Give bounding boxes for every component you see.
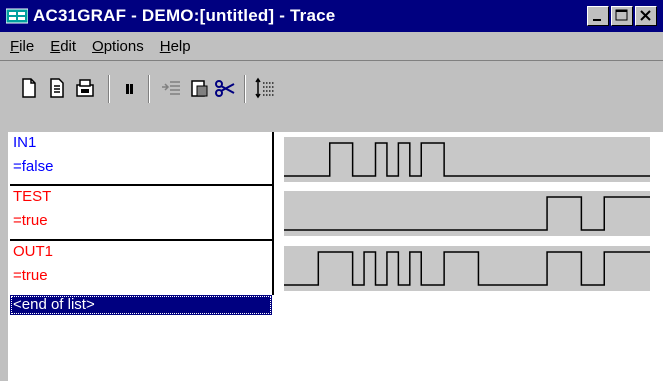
close-button[interactable] (635, 6, 657, 26)
signal-value: =true (13, 267, 48, 284)
menu-edit[interactable]: Edit (48, 38, 78, 55)
signal-name: TEST (13, 188, 52, 205)
print-button[interactable] (74, 77, 96, 99)
toolbar-separator (148, 75, 150, 103)
menu-options-rest: ptions (103, 37, 144, 55)
paste-button[interactable] (188, 77, 210, 99)
waveform-test (284, 191, 650, 236)
signal-name: IN1 (13, 134, 37, 151)
waveform-line (284, 251, 650, 286)
print-icon (76, 79, 94, 97)
waveform-out1 (284, 246, 650, 291)
menu-file[interactable]: File (8, 38, 36, 55)
menu-options[interactable]: Options (90, 38, 146, 55)
signal-value: =false (13, 158, 54, 175)
waveform-in1 (284, 137, 650, 182)
toolbar-separator (244, 75, 246, 103)
toolbar-separator (108, 75, 110, 103)
maximize-icon (615, 9, 628, 21)
pause-button[interactable] (118, 77, 140, 99)
signal-row-in1[interactable]: IN1 =false (8, 132, 663, 183)
menu-options-key: O (92, 37, 104, 55)
window-title: AC31GRAF - DEMO:[untitled] - Trace (33, 6, 336, 25)
open-file-icon (50, 78, 64, 98)
close-icon (640, 10, 651, 21)
new-file-button[interactable] (18, 77, 40, 99)
menu-edit-key: E (50, 37, 61, 55)
cut-icon (215, 80, 235, 97)
menu-edit-rest: dit (60, 37, 77, 55)
minimize-icon (593, 19, 601, 21)
waveform-line (284, 142, 650, 177)
maximize-button[interactable] (611, 6, 633, 26)
signal-row-out1[interactable]: OUT1 =true (8, 241, 663, 292)
pause-icon (126, 84, 133, 94)
menu-help-key: H (159, 37, 171, 55)
paste-icon (191, 80, 208, 97)
cut-button[interactable] (214, 77, 236, 99)
menu-help-rest: elp (170, 37, 191, 55)
menu-bar: File Edit Options Help (0, 32, 663, 60)
timescale-icon (255, 77, 274, 99)
insert-row-icon (162, 81, 180, 95)
insert-row-button[interactable] (160, 77, 182, 99)
open-file-button[interactable] (46, 77, 68, 99)
signal-row-test[interactable]: TEST =true (8, 186, 663, 237)
trace-panel[interactable]: IN1 =false TEST =true OUT1 =true <end of… (8, 132, 663, 381)
end-of-list-item[interactable]: <end of list> (10, 295, 272, 315)
menu-help[interactable]: Help (158, 38, 193, 55)
minimize-button[interactable] (587, 6, 609, 26)
timescale-button[interactable] (254, 77, 276, 99)
app-icon[interactable] (6, 8, 28, 24)
new-file-icon (22, 78, 36, 98)
menu-file-key: F (10, 37, 20, 55)
waveform-line (284, 196, 650, 231)
toolbar (0, 60, 663, 132)
title-bar[interactable]: AC31GRAF - DEMO:[untitled] - Trace (0, 0, 663, 32)
signal-value: =true (13, 212, 48, 229)
signal-name: OUT1 (13, 243, 54, 260)
menu-file-rest: ile (19, 37, 35, 55)
